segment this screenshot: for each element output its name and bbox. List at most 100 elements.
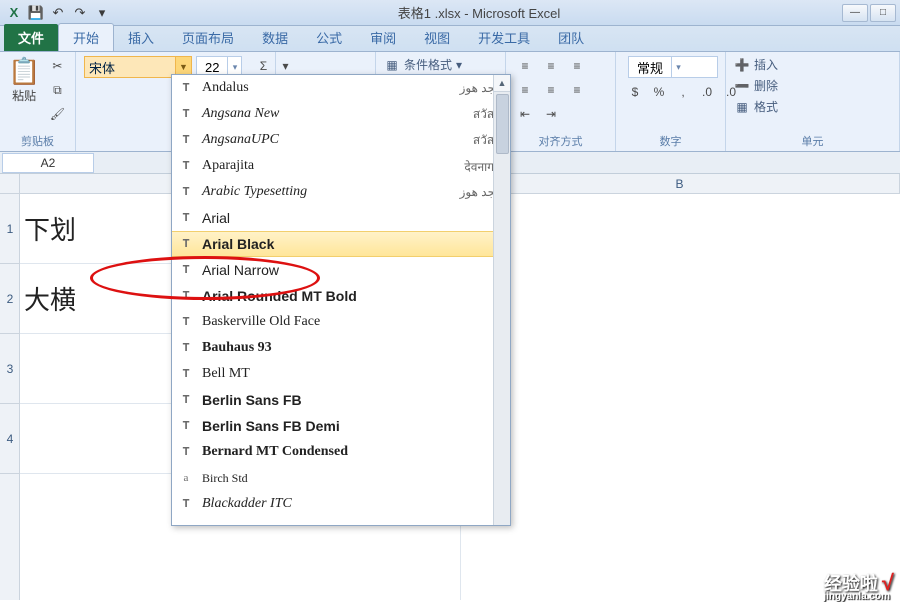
col-header-b[interactable]: B — [460, 174, 900, 194]
tab-team[interactable]: 团队 — [544, 24, 598, 51]
clipboard-icon: 📋 — [8, 56, 40, 87]
group-font: ▼ 22 ▾ Σ ▾ ▲ 𝐓Andalusأبجد هوز𝐓Angsana Ne… — [76, 52, 276, 151]
truetype-icon: 𝐓 — [178, 108, 194, 121]
font-option[interactable]: 𝐓Arial Rounded MT Bold — [172, 283, 510, 309]
ribbon-tabs: 文件 开始 插入 页面布局 数据 公式 审阅 视图 开发工具 团队 — [0, 26, 900, 52]
align-top-icon[interactable]: ≡ — [514, 56, 536, 76]
cut-icon[interactable]: ✂ — [46, 56, 68, 76]
tab-formulas[interactable]: 公式 — [302, 24, 356, 51]
truetype-icon: 𝐓 — [178, 446, 194, 459]
increase-decimal-icon[interactable]: .0 — [696, 82, 718, 102]
font-dropdown-list[interactable]: ▲ 𝐓Andalusأبجد هوز𝐓Angsana Newสวัสดี𝐓Ang… — [171, 74, 511, 526]
font-option[interactable]: 𝐓Andalusأبجد هوز — [172, 75, 510, 101]
align-left-icon[interactable]: ≡ — [514, 80, 536, 100]
quick-access-toolbar: X 💾 ↶ ↷ ▾ — [0, 5, 116, 21]
font-option[interactable]: 𝐓Arial Narrow — [172, 257, 510, 283]
row-header[interactable]: 1 — [0, 194, 20, 264]
paste-label: 粘贴 — [12, 87, 36, 104]
delete-cells-button[interactable]: ➖删除 — [734, 77, 778, 94]
excel-icon: X — [6, 5, 22, 21]
truetype-icon: 𝐓 — [178, 160, 194, 173]
save-icon[interactable]: 💾 — [28, 5, 44, 21]
truetype-icon: 𝐓 — [178, 420, 194, 433]
tab-page-layout[interactable]: 页面布局 — [168, 24, 248, 51]
indent-inc-icon[interactable]: ⇥ — [540, 104, 562, 124]
group-alignment: ≡ ≡ ≡ ≡ ≡ ≡ ⇤ ⇥ 对齐方式 — [506, 52, 616, 151]
currency-icon[interactable]: $ — [624, 82, 646, 102]
font-option[interactable]: 𝐓Arial Black — [172, 231, 510, 257]
qat-dropdown-icon[interactable]: ▾ — [94, 5, 110, 21]
truetype-icon: 𝐓 — [178, 290, 194, 303]
insert-cells-button[interactable]: ➕插入 — [734, 56, 778, 73]
truetype-icon: 𝐓 — [178, 316, 194, 329]
row-headers: 1234 — [0, 194, 20, 600]
font-name-input[interactable] — [85, 60, 175, 75]
font-option[interactable]: 𝐓Bauhaus 93 — [172, 335, 510, 361]
autosum-icon[interactable]: Σ — [252, 56, 274, 76]
truetype-icon: 𝐓 — [178, 212, 194, 225]
truetype-icon: 𝐓 — [178, 394, 194, 407]
undo-icon[interactable]: ↶ — [50, 5, 66, 21]
file-tab[interactable]: 文件 — [4, 24, 58, 51]
scroll-up-icon[interactable]: ▲ — [494, 75, 510, 92]
name-box[interactable]: A2 — [2, 153, 94, 173]
font-option[interactable]: 𝐓Arabic Typesettingأبجد هوز — [172, 179, 510, 205]
redo-icon[interactable]: ↷ — [72, 5, 88, 21]
truetype-icon: 𝐓 — [178, 368, 194, 381]
font-option[interactable]: 𝐓Blackadder ITC — [172, 491, 510, 517]
align-right-icon[interactable]: ≡ — [566, 80, 588, 100]
row-header[interactable]: 3 — [0, 334, 20, 404]
truetype-icon: 𝐓 — [178, 498, 194, 511]
group-cells: ➕插入 ➖删除 ▦格式 单元 — [726, 52, 900, 151]
font-option[interactable]: 𝐓Baskerville Old Face — [172, 309, 510, 335]
align-center-icon[interactable]: ≡ — [540, 80, 562, 100]
align-bottom-icon[interactable]: ≡ — [566, 56, 588, 76]
format-painter-icon[interactable]: 🖌 — [46, 104, 68, 124]
window-controls: — □ — [842, 4, 900, 22]
tab-home[interactable]: 开始 — [58, 23, 114, 51]
autosum-dd-icon[interactable]: ▾ — [274, 56, 296, 76]
paste-button[interactable]: 📋 粘贴 — [8, 56, 40, 104]
truetype-icon: 𝐓 — [178, 82, 194, 95]
tab-view[interactable]: 视图 — [410, 24, 464, 51]
comma-icon[interactable]: , — [672, 82, 694, 102]
percent-icon[interactable]: % — [648, 82, 670, 102]
font-option[interactable]: aBirch Std — [172, 465, 510, 491]
indent-dec-icon[interactable]: ⇤ — [514, 104, 536, 124]
font-option[interactable]: 𝐓Bernard MT Condensed — [172, 439, 510, 465]
select-all-corner[interactable] — [0, 174, 20, 194]
truetype-icon: 𝐓 — [178, 134, 194, 147]
format-cells-button[interactable]: ▦格式 — [734, 98, 778, 115]
font-option[interactable]: 𝐓Berlin Sans FB — [172, 387, 510, 413]
group-number-label: 数字 — [624, 131, 717, 149]
font-option[interactable]: 𝐓Angsana Newสวัสดี — [172, 101, 510, 127]
maximize-button[interactable]: □ — [870, 4, 896, 22]
tab-review[interactable]: 审阅 — [356, 24, 410, 51]
tab-data[interactable]: 数据 — [248, 24, 302, 51]
truetype-icon: 𝐓 — [178, 342, 194, 355]
row-header[interactable]: 2 — [0, 264, 20, 334]
copy-icon[interactable]: ⧉ — [46, 80, 68, 100]
font-option[interactable]: 𝐓AngsanaUPCสวัสดี — [172, 127, 510, 153]
title-bar: X 💾 ↶ ↷ ▾ 表格1 .xlsx - Microsoft Excel — … — [0, 0, 900, 26]
watermark-url: jingyanla.com — [823, 591, 890, 602]
minimize-button[interactable]: — — [842, 4, 868, 22]
number-format-combobox[interactable]: 常规▾ — [628, 56, 718, 78]
font-size-value: 22 — [197, 60, 227, 75]
truetype-icon: a — [178, 472, 194, 484]
conditional-formatting-button[interactable]: ▦条件格式▾ — [384, 56, 486, 73]
scroll-thumb[interactable] — [496, 94, 509, 154]
font-option[interactable]: 𝐓Bell MT — [172, 361, 510, 387]
font-option[interactable]: 𝐓Aparajitaदेवनागरी — [172, 153, 510, 179]
group-number: 常规▾ $ % , .0 .0 数字 — [616, 52, 726, 151]
truetype-icon: 𝐓 — [178, 238, 194, 251]
row-header[interactable]: 4 — [0, 404, 20, 474]
font-dropdown-scrollbar[interactable]: ▲ — [493, 75, 510, 525]
truetype-icon: 𝐓 — [178, 264, 194, 277]
font-option[interactable]: 𝐓Arial — [172, 205, 510, 231]
font-option[interactable]: 𝐓Berlin Sans FB Demi — [172, 413, 510, 439]
tab-insert[interactable]: 插入 — [114, 24, 168, 51]
tab-developer[interactable]: 开发工具 — [464, 24, 544, 51]
group-clipboard: 📋 粘贴 ✂ ⧉ 🖌 剪贴板 — [0, 52, 76, 151]
align-middle-icon[interactable]: ≡ — [540, 56, 562, 76]
